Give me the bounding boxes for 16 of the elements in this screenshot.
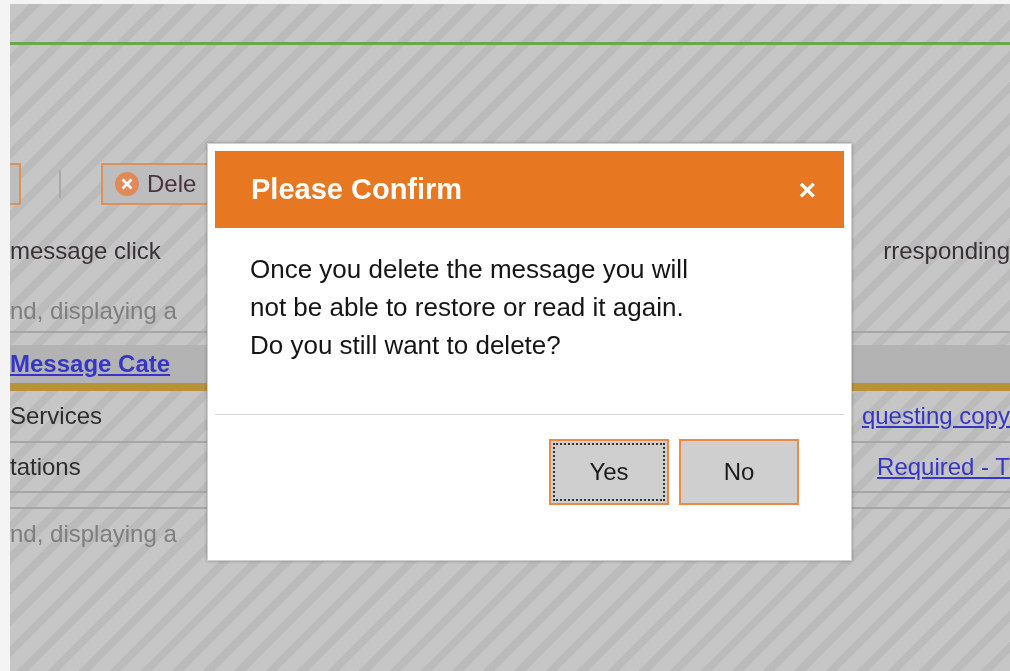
instruction-text: message click [10, 237, 161, 265]
toolbar-button[interactable] [10, 163, 21, 205]
close-circle-icon [115, 172, 139, 196]
dialog-message: Once you delete the message you will not be able to restore or read it again. Do you still want to delete? [250, 253, 689, 362]
result-count: nd, displaying a [10, 520, 177, 548]
table-cell: Services [10, 402, 103, 430]
dialog-title: Please Confirm [251, 173, 463, 206]
dialog-button[interactable]: No [679, 439, 799, 505]
message-link[interactable]: Required - T [877, 453, 1010, 481]
column-header-link[interactable]: Message Cate [10, 350, 171, 378]
table-cell: tations [10, 453, 81, 481]
dialog-button[interactable]: Yes [549, 439, 669, 505]
close-button[interactable]: × [798, 174, 816, 205]
message-link[interactable]: questing copy [861, 402, 1010, 430]
instruction-text: rresponding [883, 237, 1010, 265]
result-count: nd, displaying a [10, 297, 177, 325]
